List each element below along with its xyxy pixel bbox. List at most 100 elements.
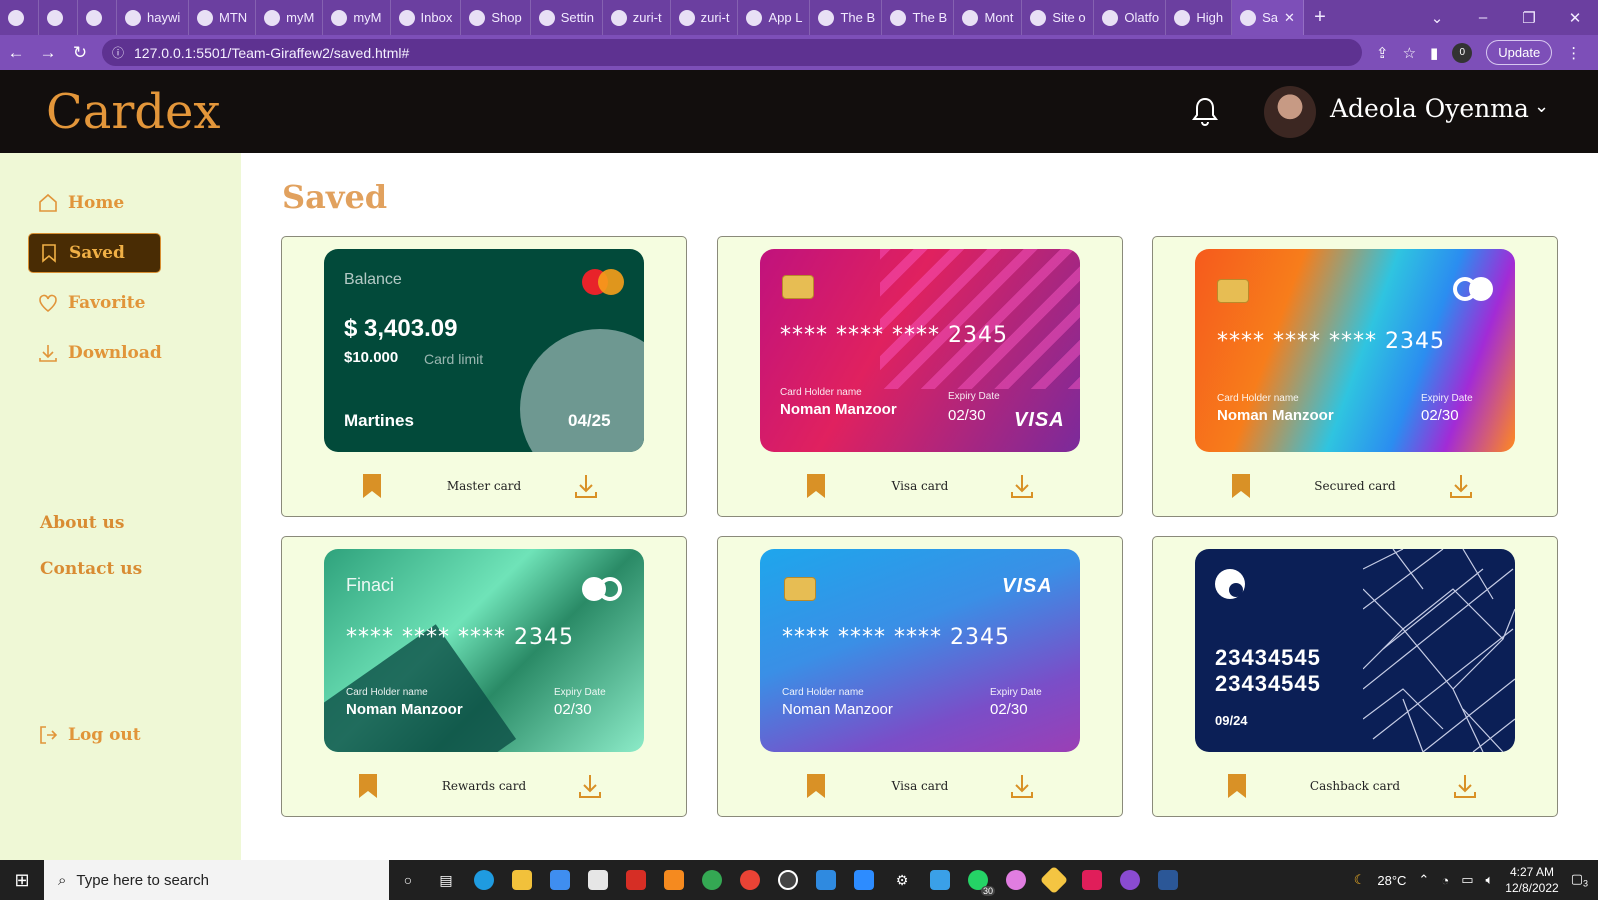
vlc-icon[interactable] [655, 860, 693, 900]
sidebar-item-saved[interactable]: Saved [28, 233, 161, 273]
word-icon[interactable] [1149, 860, 1187, 900]
git-icon[interactable] [1035, 860, 1073, 900]
github-desktop-icon[interactable] [1111, 860, 1149, 900]
start-button[interactable]: ⊞ [0, 870, 44, 891]
network-icon[interactable]: ◔ [1441, 873, 1449, 888]
profile-badge[interactable]: 0 [1452, 42, 1473, 63]
forward-button[interactable]: → [32, 43, 64, 63]
logout-button[interactable]: Log out [28, 715, 161, 755]
chevron-up-icon[interactable]: ⌃ [1418, 872, 1429, 888]
notification-center-icon[interactable]: ▢3 [1571, 871, 1588, 889]
browser-tab[interactable]: haywi [117, 0, 189, 35]
browser-tab[interactable] [39, 0, 78, 35]
share-icon[interactable]: ⇪ [1376, 44, 1389, 62]
chip-icon [784, 577, 816, 601]
chrome-icon [86, 9, 102, 26]
visa-card-image[interactable]: VISA **** **** **** 2345 Card Holder nam… [760, 549, 1080, 752]
notification-bell-icon[interactable] [1192, 96, 1218, 131]
download-icon[interactable] [1449, 473, 1473, 504]
vscode-icon[interactable] [807, 860, 845, 900]
browser-tab[interactable]: Site o [1022, 0, 1095, 35]
contact-us-link[interactable]: Contact us [40, 559, 142, 579]
reload-button[interactable]: ↻ [64, 43, 96, 63]
visa-card-image[interactable]: **** **** **** 2345 Card Holder name Nom… [760, 249, 1080, 452]
sidebar-item-favorite[interactable]: Favorite [28, 283, 161, 323]
site-info-icon[interactable]: ⓘ [112, 44, 124, 61]
card-footer: Rewards card [282, 773, 686, 801]
whatsapp-icon[interactable]: 30 [959, 860, 997, 900]
chip-icon [1217, 279, 1249, 303]
mail-icon[interactable] [579, 860, 617, 900]
browser-tab[interactable]: myM [323, 0, 391, 35]
secured-card-image[interactable]: **** **** **** 2345 Card Holder name Nom… [1195, 249, 1515, 452]
battery-icon[interactable]: ▭ [1461, 872, 1473, 888]
slack-icon[interactable] [1073, 860, 1111, 900]
minimize-button[interactable]: – [1460, 9, 1506, 27]
sidebar-item-download[interactable]: Download [28, 333, 162, 373]
user-name[interactable]: Adeola Oyenma [1330, 94, 1529, 123]
new-tab-button[interactable]: + [1304, 6, 1336, 29]
browser-tab[interactable]: Sa ✕ [1232, 0, 1304, 35]
browser-tab[interactable]: myM [256, 0, 324, 35]
task-view-icon[interactable]: ▤ [427, 860, 465, 900]
browser-tab[interactable]: zuri-t [671, 0, 739, 35]
photos-icon[interactable] [921, 860, 959, 900]
chevron-down-icon[interactable]: ⌄ [1534, 96, 1549, 117]
close-tab-icon[interactable]: ✕ [1284, 10, 1295, 26]
tab-label: myM [353, 10, 382, 25]
close-window-button[interactable]: ✕ [1552, 9, 1598, 27]
app-logo[interactable]: Cardex [46, 84, 221, 140]
rewards-card-image[interactable]: Finaci **** **** **** 2345 Card Holder n… [324, 549, 644, 752]
browser-tab[interactable]: High [1166, 0, 1233, 35]
tab-search-icon[interactable]: ⌄ [1414, 9, 1460, 27]
cortana-icon[interactable]: ○ [389, 860, 427, 900]
settings-icon[interactable]: ⚙ [883, 860, 921, 900]
about-us-link[interactable]: About us [40, 513, 124, 533]
weather-temp[interactable]: 28°C [1377, 873, 1406, 888]
file-explorer-icon[interactable] [503, 860, 541, 900]
update-button[interactable]: Update [1486, 40, 1553, 65]
sidebar-item-home[interactable]: Home [28, 183, 161, 223]
download-icon[interactable] [1010, 773, 1034, 804]
acrobat-icon[interactable] [617, 860, 655, 900]
browser-tab[interactable] [0, 0, 39, 35]
card-footer: Visa card [718, 773, 1122, 801]
browser-tab[interactable]: MTN [189, 0, 257, 35]
side-panel-icon[interactable]: ▮ [1430, 44, 1438, 62]
browser-tab[interactable]: Inbox [391, 0, 462, 35]
chrome-icon[interactable] [693, 860, 731, 900]
browser-tab[interactable] [78, 0, 117, 35]
paint-icon[interactable] [997, 860, 1035, 900]
zoom-icon[interactable] [845, 860, 883, 900]
menu-icon[interactable]: ⋮ [1566, 44, 1581, 62]
browser-tab[interactable]: Settin [531, 0, 603, 35]
cashback-card-image[interactable]: 23434545 23434545 09/24 [1195, 549, 1515, 752]
obs-icon[interactable] [769, 860, 807, 900]
store-icon[interactable] [541, 860, 579, 900]
browser-tab[interactable]: Mont [954, 0, 1023, 35]
clock[interactable]: 4:27 AM 12/8/2022 [1505, 864, 1558, 896]
download-icon[interactable] [1010, 473, 1034, 504]
browser-tab[interactable]: The B [882, 0, 955, 35]
browser-tab[interactable]: Olatfo [1094, 0, 1167, 35]
chrome-icon[interactable] [731, 860, 769, 900]
user-avatar[interactable] [1264, 86, 1316, 138]
restore-button[interactable]: ❐ [1506, 9, 1552, 27]
master-card-image[interactable]: Balance $ 3,403.09 $10.000 Card limit Ma… [324, 249, 644, 452]
browser-tab[interactable]: Shop [461, 0, 531, 35]
back-button[interactable]: ← [0, 43, 32, 63]
bookmark-star-icon[interactable]: ☆ [1403, 44, 1416, 62]
download-icon[interactable] [1453, 773, 1477, 804]
gmail-icon [398, 9, 415, 26]
browser-tab[interactable]: zuri-t [603, 0, 671, 35]
browser-tab[interactable]: App L [738, 0, 811, 35]
weather-icon[interactable]: ☾ [1354, 872, 1366, 888]
browser-tab[interactable]: The B [810, 0, 883, 35]
address-bar[interactable]: ⓘ 127.0.0.1:5501/Team-Giraffew2/saved.ht… [102, 39, 1362, 66]
taskbar-search[interactable]: ⌕ Type here to search [44, 860, 389, 900]
card-brand-logo-icon [1215, 569, 1245, 599]
edge-icon[interactable] [465, 860, 503, 900]
download-icon[interactable] [578, 773, 602, 804]
volume-icon[interactable]: 🔈︎ [1485, 872, 1493, 888]
download-icon[interactable] [574, 473, 598, 504]
